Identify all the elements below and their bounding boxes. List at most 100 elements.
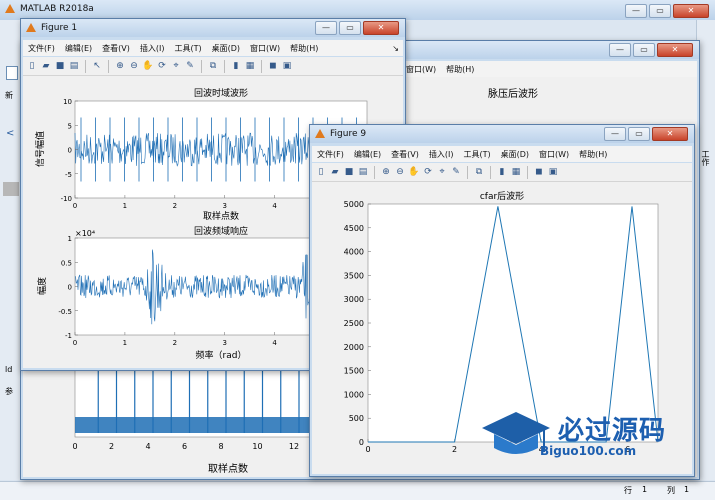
- colorbar-icon[interactable]: ▮: [230, 60, 242, 72]
- toolbar-separator: [527, 165, 528, 179]
- menu-window[interactable]: 窗口(W): [401, 64, 441, 75]
- dock-icon[interactable]: ▣: [547, 166, 559, 178]
- toolbar-separator: [201, 59, 202, 73]
- y-tick-label: 500: [349, 414, 364, 423]
- maximize-button[interactable]: ▭: [339, 21, 361, 35]
- y-tick-label: -10: [61, 195, 72, 203]
- menu-file[interactable]: 文件(F): [23, 43, 60, 54]
- menu-insert[interactable]: 插入(I): [424, 149, 459, 160]
- zoom-out-icon[interactable]: ⊖: [394, 166, 406, 178]
- menu-help[interactable]: 帮助(H): [574, 149, 612, 160]
- x-tick-label: 0: [365, 445, 370, 454]
- menu-help[interactable]: 帮助(H): [285, 43, 323, 54]
- close-button[interactable]: ✕: [657, 43, 693, 57]
- y-tick-label: 1500: [344, 367, 364, 376]
- y-tick-label: 5: [68, 122, 72, 130]
- new-figure-icon[interactable]: ▯: [26, 60, 38, 72]
- menu-tools[interactable]: 工具(T): [169, 43, 206, 54]
- print-icon[interactable]: ▤: [357, 166, 369, 178]
- close-button[interactable]: ✕: [652, 127, 688, 141]
- x-tick-label: 2: [452, 445, 457, 454]
- new-script-icon[interactable]: [6, 66, 18, 80]
- workspace-tab[interactable]: 工作: [700, 150, 711, 166]
- main-window-title: MATLAB R2018a: [20, 4, 94, 14]
- close-button[interactable]: ✕: [363, 21, 399, 35]
- x-tick-label: 2: [173, 202, 177, 210]
- menu-help[interactable]: 帮助(H): [441, 64, 479, 75]
- legend-icon[interactable]: ▦: [510, 166, 522, 178]
- minimize-button[interactable]: —: [315, 21, 337, 35]
- data-cursor-icon[interactable]: ⌖: [170, 60, 182, 72]
- dock-icon[interactable]: ▣: [281, 60, 293, 72]
- zoom-in-icon[interactable]: ⊕: [380, 166, 392, 178]
- zoom-out-icon[interactable]: ⊖: [128, 60, 140, 72]
- pan-icon[interactable]: ✋: [408, 166, 420, 178]
- menu-view[interactable]: 查看(V): [386, 149, 424, 160]
- link-icon[interactable]: ⧉: [207, 60, 219, 72]
- figure9-title: Figure 9: [330, 129, 367, 139]
- menu-view[interactable]: 查看(V): [97, 43, 135, 54]
- maximize-button[interactable]: ▭: [633, 43, 655, 57]
- menu-insert[interactable]: 插入(I): [135, 43, 170, 54]
- plot1-xlabel: 取样点数: [203, 210, 239, 222]
- menu-window[interactable]: 窗口(W): [534, 149, 574, 160]
- zoom-in-icon[interactable]: ⊕: [114, 60, 126, 72]
- x-tick-label: 4: [272, 339, 277, 347]
- rotate-icon[interactable]: ⟳: [422, 166, 434, 178]
- left-tool-label: 新: [5, 91, 13, 100]
- x-tick-label: 0: [72, 442, 77, 451]
- minimize-button[interactable]: —: [625, 4, 647, 18]
- menu-window[interactable]: 窗口(W): [245, 43, 285, 54]
- save-icon[interactable]: ■: [343, 166, 355, 178]
- pointer-icon[interactable]: ↖: [91, 60, 103, 72]
- maximize-button[interactable]: ▭: [649, 4, 671, 18]
- y-tick-label: 1: [68, 235, 72, 243]
- link-icon[interactable]: ⧉: [473, 166, 485, 178]
- x-tick-label: 8: [218, 442, 223, 451]
- main-window-controls: — ▭ ✕: [625, 4, 709, 18]
- figure9-titlebar: Figure 9 — ▭ ✕: [310, 125, 694, 143]
- toolbar-separator: [85, 59, 86, 73]
- main-titlebar: MATLAB R2018a — ▭ ✕: [0, 0, 715, 20]
- back-arrow-icon[interactable]: <: [6, 128, 14, 139]
- menu-tools[interactable]: 工具(T): [458, 149, 495, 160]
- figure9-controls: — ▭ ✕: [604, 127, 688, 141]
- plot2-title: 回波频域响应: [194, 225, 248, 237]
- figure-back-menubar: 窗口(W) 帮助(H): [401, 61, 697, 77]
- figure-back-controls: — ▭ ✕: [609, 43, 693, 57]
- hide-tools-icon[interactable]: ◼: [267, 60, 279, 72]
- plot2-ylabel: 幅度: [36, 277, 48, 295]
- menu-edit[interactable]: 编辑(E): [349, 149, 386, 160]
- maximize-button[interactable]: ▭: [628, 127, 650, 141]
- figure-back-xticks: 0 2 4 6 8 10 12: [72, 442, 299, 451]
- menu-edit[interactable]: 编辑(E): [60, 43, 97, 54]
- pan-icon[interactable]: ✋: [142, 60, 154, 72]
- save-icon[interactable]: ■: [54, 60, 66, 72]
- new-figure-icon[interactable]: ▯: [315, 166, 327, 178]
- toolbar-separator: [467, 165, 468, 179]
- menu-desktop[interactable]: 桌面(D): [496, 149, 534, 160]
- minimize-button[interactable]: —: [609, 43, 631, 57]
- close-button[interactable]: ✕: [673, 4, 709, 18]
- x-tick-label: 6: [182, 442, 187, 451]
- noise-floor-band: [75, 417, 335, 433]
- rotate-icon[interactable]: ⟳: [156, 60, 168, 72]
- data-cursor-icon[interactable]: ⌖: [436, 166, 448, 178]
- menu-file[interactable]: 文件(F): [312, 149, 349, 160]
- legend-icon[interactable]: ▦: [244, 60, 256, 72]
- minimize-button[interactable]: —: [604, 127, 626, 141]
- y-tick-label: 3000: [344, 295, 364, 304]
- hide-tools-icon[interactable]: ◼: [533, 166, 545, 178]
- open-icon[interactable]: ▰: [40, 60, 52, 72]
- x-tick-label: 4: [272, 202, 277, 210]
- brush-icon[interactable]: ✎: [184, 60, 196, 72]
- brush-icon[interactable]: ✎: [450, 166, 462, 178]
- print-icon[interactable]: ▤: [68, 60, 80, 72]
- toolbar-separator: [108, 59, 109, 73]
- plot2-xlabel: 频率（rad）: [196, 349, 247, 361]
- open-icon[interactable]: ▰: [329, 166, 341, 178]
- colorbar-icon[interactable]: ▮: [496, 166, 508, 178]
- figure9-menubar: 文件(F) 编辑(E) 查看(V) 插入(I) 工具(T) 桌面(D) 窗口(W…: [312, 146, 692, 162]
- menu-desktop[interactable]: 桌面(D): [207, 43, 245, 54]
- menu-overflow-icon[interactable]: ↘: [392, 44, 399, 53]
